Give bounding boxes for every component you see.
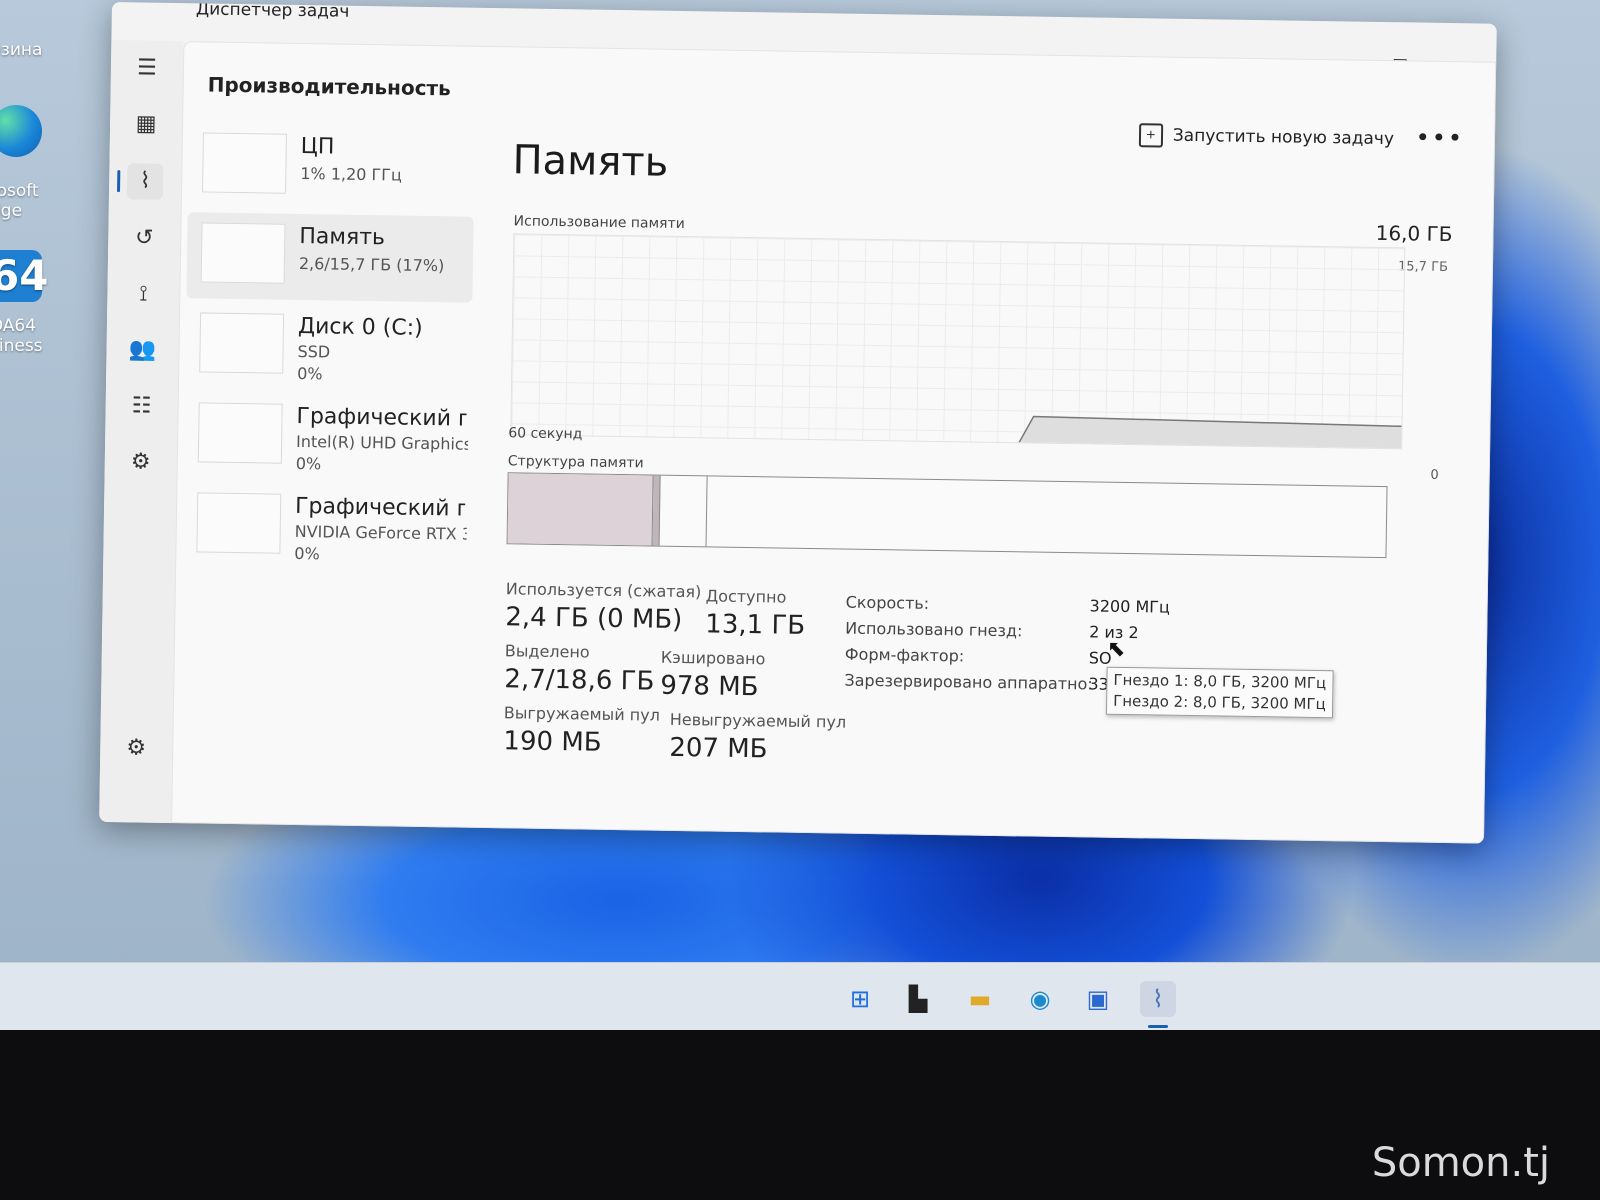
terminal-icon[interactable]: ▙	[900, 981, 936, 1017]
aida64-shortcut[interactable]: 64 DA64 siness	[0, 250, 60, 356]
stat-label: Выгружаемый пул	[503, 703, 661, 725]
content-area: Производительность + Запустить новую зад…	[171, 41, 1497, 844]
stat-value: 2,4 ГБ (0 МБ)	[505, 602, 683, 636]
prop-label: Использовано гнезд:	[845, 618, 1023, 641]
startup-apps-icon[interactable]: ⟟	[125, 276, 162, 313]
app-history-icon[interactable]: ↺	[126, 220, 163, 257]
gpu-thumbnail-graph	[197, 402, 283, 464]
navigation-rail: ☰ ▦ ⌇ ↺ ⟟ 👥 ☷ ⚙ ⚙	[99, 39, 184, 824]
stat-value: 207 МБ	[669, 732, 768, 765]
disk-thumbnail-graph	[199, 312, 285, 374]
active-app-indicator	[1148, 1025, 1168, 1028]
tooltip-line: Гнездо 2: 8,0 ГБ, 3200 МГц	[1113, 691, 1326, 714]
stat-label: Доступно	[705, 586, 787, 607]
gpu-thumbnail-graph	[196, 492, 282, 554]
edge-icon	[0, 105, 42, 157]
perf-item-usage: 0%	[295, 453, 322, 474]
processes-icon[interactable]: ▦	[128, 106, 165, 143]
edge-shortcut[interactable]: rosoft dge	[0, 105, 60, 221]
services-icon[interactable]: ⚙	[122, 444, 159, 481]
memory-total: 16,0 ГБ	[1375, 220, 1453, 247]
window-title: Диспетчер задач	[195, 2, 350, 22]
recycle-bin-label: рзина	[0, 40, 43, 60]
structure-standby-segment[interactable]	[659, 475, 708, 547]
slots-tooltip: Гнездо 1: 8,0 ГБ, 3200 МГц Гнездо 2: 8,0…	[1105, 666, 1334, 719]
perf-item-gpu-nvidia[interactable]: Графический прс NVIDIA GeForce RTX 30 0%	[182, 482, 469, 572]
recycle-bin-shortcut[interactable]: рзина	[0, 40, 60, 60]
prop-label: Зарезервировано аппаратно:	[844, 670, 1093, 694]
taskbar: ⊞ ▙ ▬ ◉ ▣ ⌇	[0, 962, 1600, 1037]
graph-time-label: 60 секунд	[508, 425, 583, 443]
memory-usage-graph	[510, 233, 1406, 450]
perf-item-detail: 1% 1,20 ГГц	[300, 163, 403, 185]
perf-item-detail: Intel(R) UHD Graphics	[295, 431, 469, 454]
perf-item-usage: 0%	[297, 363, 323, 384]
memory-structure-label: Структура памяти	[507, 453, 644, 472]
file-explorer-icon[interactable]: ▬	[962, 981, 998, 1017]
memory-title: Память	[512, 137, 669, 186]
memory-panel: Память Использование памяти 16,0 ГБ 15,7…	[502, 127, 1474, 822]
performance-icon[interactable]: ⌇	[126, 163, 164, 200]
memory-structure-bar[interactable]	[506, 472, 1388, 559]
stat-committed: Выделено 2,7/18,6 ГБ	[504, 641, 655, 696]
perf-item-usage: 0%	[294, 543, 320, 564]
memory-graph-max: 15,7 ГБ	[1397, 259, 1449, 276]
perf-item-name: ЦП	[300, 133, 335, 160]
graph-zero-label: 0	[1430, 467, 1439, 483]
page-title: Производительность	[207, 72, 451, 101]
watermark: Somon.tj	[1371, 1140, 1550, 1186]
stat-value: 190 МБ	[503, 726, 602, 758]
stat-nonpaged-pool: Невыгружаемый пул 207 МБ	[669, 710, 846, 766]
stat-in-use: Используется (сжатая) 2,4 ГБ (0 МБ)	[505, 579, 701, 635]
perf-item-name: Диск 0 (C:)	[297, 313, 423, 341]
prop-label: Форм-фактор:	[844, 644, 965, 666]
perf-item-detail: NVIDIA GeForce RTX 30	[294, 521, 467, 544]
perf-item-detail: SSD	[297, 341, 331, 362]
perf-item-cpu[interactable]: ЦП 1% 1,20 ГГц	[188, 122, 475, 212]
edge-label: rosoft dge	[0, 181, 39, 221]
task-manager-icon[interactable]: ⌇	[1140, 981, 1176, 1017]
perf-item-gpu-intel[interactable]: Графический прс Intel(R) UHD Graphics 0%	[184, 392, 471, 482]
perf-item-memory[interactable]: Память 2,6/15,7 ГБ (17%)	[186, 212, 474, 303]
memory-usage-line	[1018, 415, 1402, 449]
stat-value: 13,1 ГБ	[705, 609, 806, 641]
users-icon[interactable]: 👥	[124, 332, 161, 369]
monitor-bezel	[0, 1030, 1600, 1200]
perf-item-name: Память	[299, 223, 386, 251]
performance-list: ЦП 1% 1,20 ГГц Память 2,6/15,7 ГБ (17%) …	[182, 122, 475, 576]
stat-label: Невыгружаемый пул	[669, 709, 847, 732]
stat-label: Выделено	[504, 641, 590, 662]
cpu-thumbnail-graph	[202, 132, 287, 194]
stat-value: 2,7/18,6 ГБ	[504, 664, 655, 697]
stat-available: Доступно 13,1 ГБ	[705, 586, 806, 641]
stat-value: 978 МБ	[660, 670, 759, 703]
structure-free-segment[interactable]	[707, 476, 1387, 557]
edge-icon[interactable]: ◉	[1022, 981, 1058, 1017]
mouse-cursor-icon: ⬉	[1106, 636, 1126, 662]
perf-item-name: Графический прс	[294, 493, 466, 522]
active-nav-indicator	[117, 170, 121, 193]
memory-usage-label: Использование памяти	[513, 213, 685, 233]
stat-paged-pool: Выгружаемый пул 190 МБ	[503, 703, 660, 758]
settings-gear-icon[interactable]: ⚙	[118, 730, 155, 767]
stat-label: Используется (сжатая)	[505, 579, 702, 602]
store-icon[interactable]: ▣	[1080, 981, 1116, 1017]
details-icon[interactable]: ☷	[123, 388, 160, 425]
aida64-icon: 64	[0, 250, 48, 302]
memory-thumbnail-graph	[200, 222, 286, 284]
prop-value: 3200 МГц	[1089, 596, 1171, 617]
prop-label: Скорость:	[845, 592, 930, 613]
start-icon[interactable]: ⊞	[842, 981, 878, 1017]
stat-label: Кэшировано	[660, 647, 766, 669]
stat-cached: Кэшировано 978 МБ	[660, 648, 765, 703]
perf-item-disk[interactable]: Диск 0 (C:) SSD 0%	[185, 302, 472, 392]
aida64-label: DA64 siness	[0, 316, 43, 356]
task-manager-window: Диспетчер задач — ☐ ✕ ☰ ▦ ⌇ ↺ ⟟ 👥 ☷ ⚙ ⚙ …	[99, 2, 1497, 844]
structure-in-use-segment[interactable]	[507, 473, 654, 546]
perf-item-name: Графический прс	[296, 403, 467, 432]
hamburger-menu-icon[interactable]: ☰	[129, 50, 166, 87]
perf-item-detail: 2,6/15,7 ГБ (17%)	[298, 253, 445, 276]
